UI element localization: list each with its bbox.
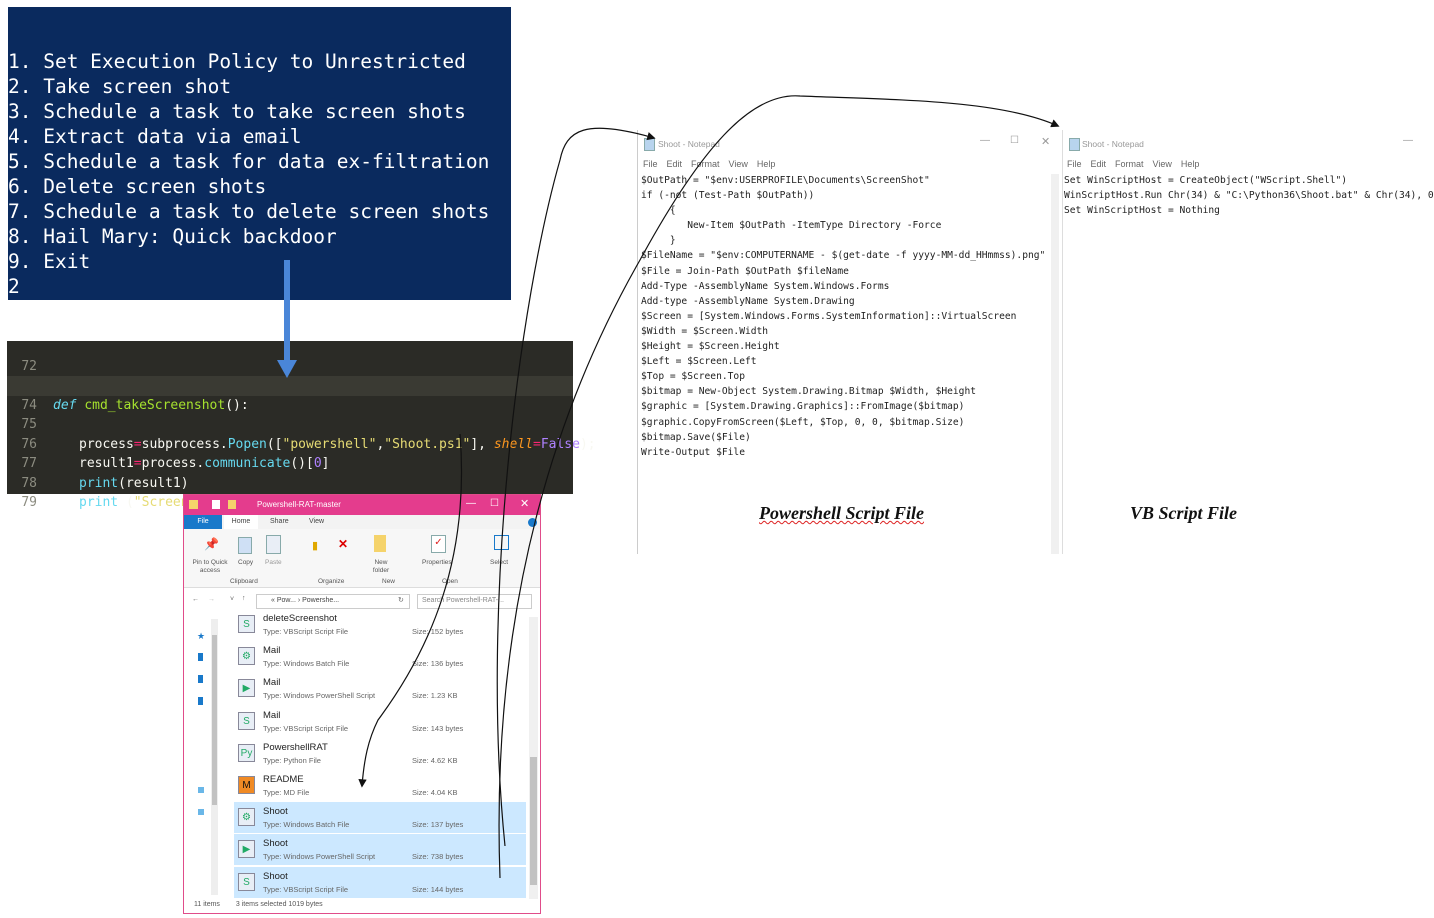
arrow-to-vbscript-notepad — [498, 95, 1060, 879]
arrow-to-shoot-bat — [358, 433, 463, 788]
flow-arrows — [277, 95, 1060, 879]
arrow-to-powershell-notepad — [496, 127, 656, 847]
blue-down-arrow — [277, 260, 297, 378]
